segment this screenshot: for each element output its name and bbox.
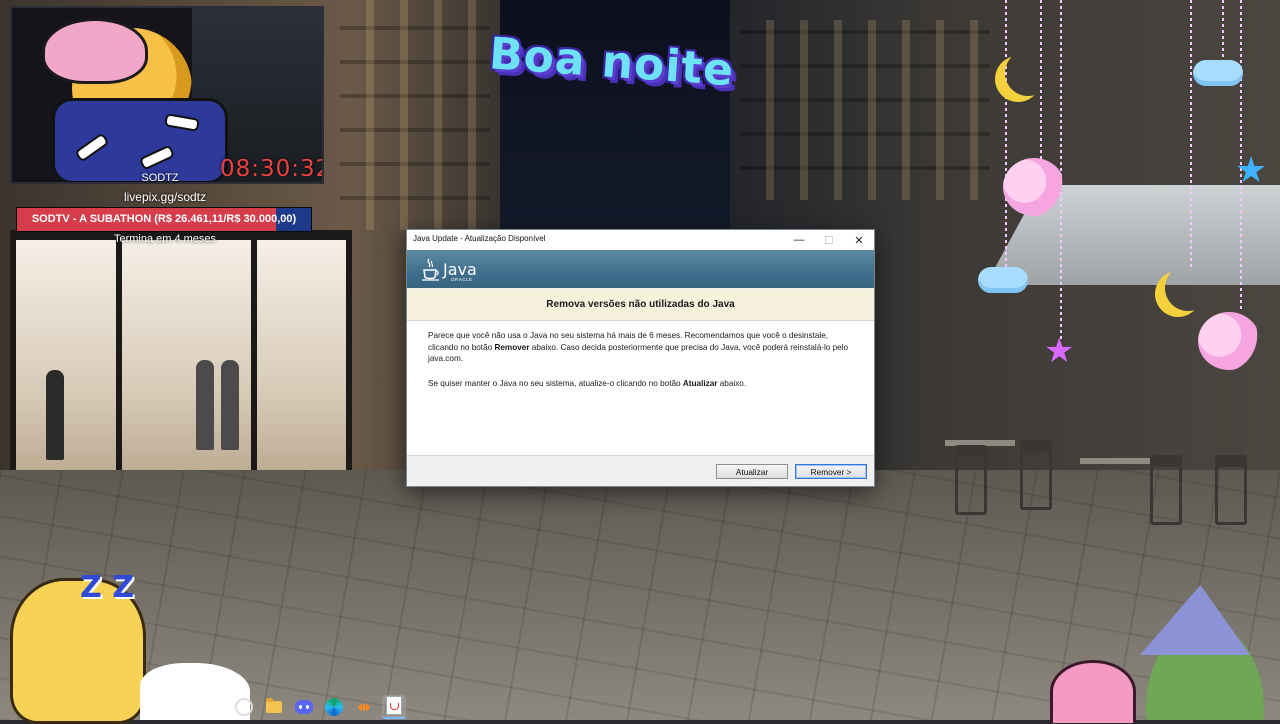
remove-button[interactable]: Remover > bbox=[795, 464, 867, 479]
cafe-chair bbox=[1150, 455, 1182, 525]
update-button[interactable]: Atualizar bbox=[716, 464, 788, 479]
cafe-chair bbox=[1215, 455, 1247, 525]
subathon-remaining: Termina em 4 meses bbox=[113, 233, 217, 245]
moon-icon bbox=[1165, 265, 1211, 311]
paragraph-text: abaixo. bbox=[717, 379, 747, 388]
cloud-icon bbox=[978, 267, 1028, 293]
star-icon: ★ bbox=[1235, 149, 1268, 190]
bone-icon bbox=[74, 132, 110, 163]
streamer-handle: SODTZ bbox=[141, 172, 179, 184]
kirby-sticker bbox=[1050, 660, 1136, 723]
mannequin bbox=[221, 360, 239, 450]
shopper bbox=[46, 370, 64, 460]
sheep-icon bbox=[1003, 158, 1065, 216]
dialog-heading: Remova versões não utilizadas do Java bbox=[407, 289, 874, 321]
building-windows bbox=[340, 0, 490, 230]
paragraph-text: Se quiser manter o Java no seu sistema, … bbox=[428, 379, 683, 388]
search-icon[interactable] bbox=[232, 695, 256, 719]
star-icon: ★ bbox=[1044, 332, 1075, 370]
decoration-string bbox=[1190, 0, 1192, 270]
dialog-body: Parece que você não usa o Java no seu si… bbox=[407, 321, 874, 456]
clothing-storefront bbox=[10, 230, 352, 496]
file-explorer-icon[interactable] bbox=[262, 695, 286, 719]
sheep-icon bbox=[1198, 312, 1260, 370]
cafe-chair bbox=[1020, 440, 1052, 510]
close-button[interactable]: ✕ bbox=[844, 230, 874, 250]
moon-icon bbox=[1005, 50, 1051, 96]
dialog-titlebar[interactable]: Java Update - Atualização Disponível — ☐… bbox=[407, 230, 874, 250]
building-windows bbox=[740, 20, 990, 200]
dialog-paragraph-2: Se quiser manter o Java no seu sistema, … bbox=[428, 378, 858, 390]
bone-icon bbox=[164, 113, 200, 132]
minimize-button[interactable]: — bbox=[784, 230, 814, 250]
app-icon[interactable]: ⇹ bbox=[352, 695, 376, 719]
discord-icon[interactable] bbox=[292, 695, 316, 719]
decoration-string bbox=[1005, 0, 1007, 270]
dialog-title: Java Update - Atualização Disponível bbox=[413, 234, 546, 243]
oracle-wordmark: ORACLE bbox=[451, 277, 473, 282]
sleep-z-icon: Z Z bbox=[80, 570, 134, 605]
avatar-sleep-cap bbox=[42, 18, 148, 84]
livepix-link: livepix.gg/sodtz bbox=[123, 190, 207, 204]
java-cup-icon bbox=[422, 258, 439, 281]
dialog-paragraph-1: Parece que você não usa o Java no seu si… bbox=[428, 330, 858, 365]
mannequin bbox=[196, 360, 214, 450]
java-logo: Java ORACLE bbox=[421, 255, 491, 285]
sleepy-cat-sticker: Z Z bbox=[0, 558, 160, 724]
cafe-chair bbox=[955, 445, 987, 515]
edge-icon[interactable] bbox=[322, 695, 346, 719]
subathon-label: SODTV - A SUBATHON (R$ 26.461,11/R$ 30.0… bbox=[31, 213, 297, 225]
decoration-string bbox=[1060, 0, 1062, 340]
paragraph-bold: Atualizar bbox=[682, 379, 718, 388]
java-banner: Java ORACLE bbox=[407, 250, 874, 288]
maximize-button: ☐ bbox=[824, 234, 834, 247]
java-update-dialog: Java Update - Atualização Disponível — ☐… bbox=[406, 229, 875, 487]
webcam-frame: 08:30:32 bbox=[10, 6, 324, 184]
subathon-progress-bar: SODTV - A SUBATHON (R$ 26.461,11/R$ 30.0… bbox=[16, 207, 312, 232]
dialog-footer: Atualizar Remover > bbox=[407, 456, 874, 486]
bone-icon bbox=[138, 144, 176, 171]
paragraph-bold: Remover bbox=[494, 342, 530, 352]
cloud-icon bbox=[1193, 60, 1243, 86]
decoration-string bbox=[1222, 0, 1224, 60]
taskbar: ⇹ bbox=[232, 693, 422, 720]
java-icon[interactable] bbox=[382, 694, 406, 719]
